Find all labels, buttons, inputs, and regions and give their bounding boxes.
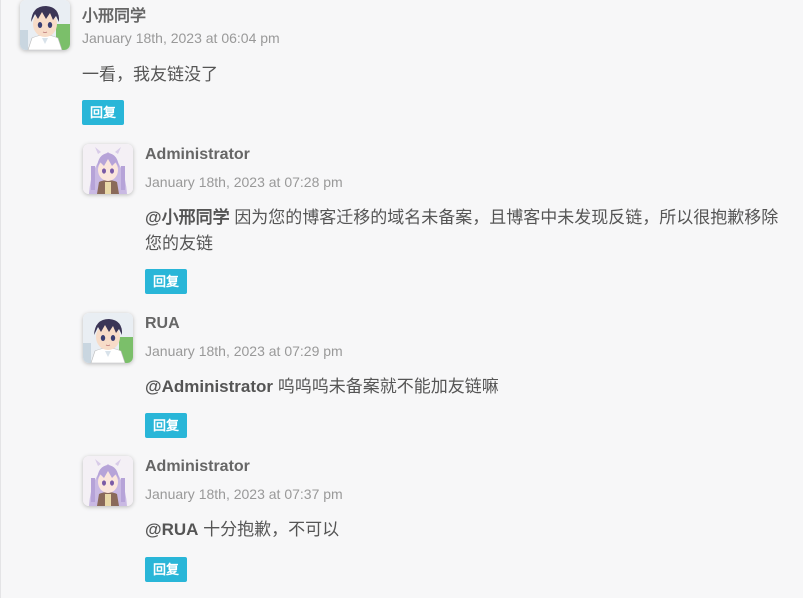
comment-content: @RUA 十分抱歉，不可以 xyxy=(145,517,785,543)
comment-author[interactable]: RUA xyxy=(145,315,180,333)
avatar[interactable] xyxy=(83,144,133,194)
comment-text: 一看，我友链没了 xyxy=(82,65,218,84)
comment-text: 呜呜呜未备案就不能加友链嘛 xyxy=(277,377,499,396)
comment-mention[interactable]: @RUA xyxy=(145,520,198,539)
boy-anime-avatar-icon xyxy=(83,313,133,363)
comment-date: January 18th, 2023 at 07:28 pm xyxy=(145,174,343,190)
comment-author[interactable]: Administrator xyxy=(145,458,250,476)
reply-button[interactable]: 回复 xyxy=(145,557,188,582)
comment-item: Administrator January 18th, 2023 at 07:2… xyxy=(83,144,783,294)
comment-author[interactable]: Administrator xyxy=(145,146,250,164)
comment-item: 小邢同学 January 18th, 2023 at 06:04 pm 一看，我… xyxy=(20,0,780,130)
comment-author[interactable]: 小邢同学 xyxy=(82,2,146,26)
avatar[interactable] xyxy=(83,313,133,363)
comment-item: Administrator January 18th, 2023 at 07:3… xyxy=(83,456,783,586)
comment-text: 因为您的博客迁移的域名未备案，且博客中未发现反链，所以很抱歉移除您的友链 xyxy=(145,208,779,253)
comment-date: January 18th, 2023 at 07:37 pm xyxy=(145,486,343,502)
comment-mention[interactable]: @Administrator xyxy=(145,377,273,396)
reply-button[interactable]: 回复 xyxy=(82,100,125,125)
avatar[interactable] xyxy=(20,0,70,50)
left-edge-divider xyxy=(0,0,1,598)
comment-date: January 18th, 2023 at 06:04 pm xyxy=(82,30,280,46)
girl-anime-avatar-icon xyxy=(83,456,133,506)
girl-anime-avatar-icon xyxy=(83,144,133,194)
comment-item: RUA January 18th, 2023 at 07:29 pm @Admi… xyxy=(83,313,783,443)
comment-mention[interactable]: @小邢同学 xyxy=(145,208,230,227)
comment-text: 十分抱歉，不可以 xyxy=(203,520,340,539)
reply-button[interactable]: 回复 xyxy=(145,269,188,294)
comment-content: @小邢同学 因为您的博客迁移的域名未备案，且博客中未发现反链，所以很抱歉移除您的… xyxy=(145,205,785,257)
avatar[interactable] xyxy=(83,456,133,506)
comment-content: @Administrator 呜呜呜未备案就不能加友链嘛 xyxy=(145,374,785,400)
reply-button[interactable]: 回复 xyxy=(145,413,188,438)
boy-anime-avatar-icon xyxy=(20,0,70,50)
comment-content: 一看，我友链没了 xyxy=(82,62,772,88)
comment-date: January 18th, 2023 at 07:29 pm xyxy=(145,343,343,359)
